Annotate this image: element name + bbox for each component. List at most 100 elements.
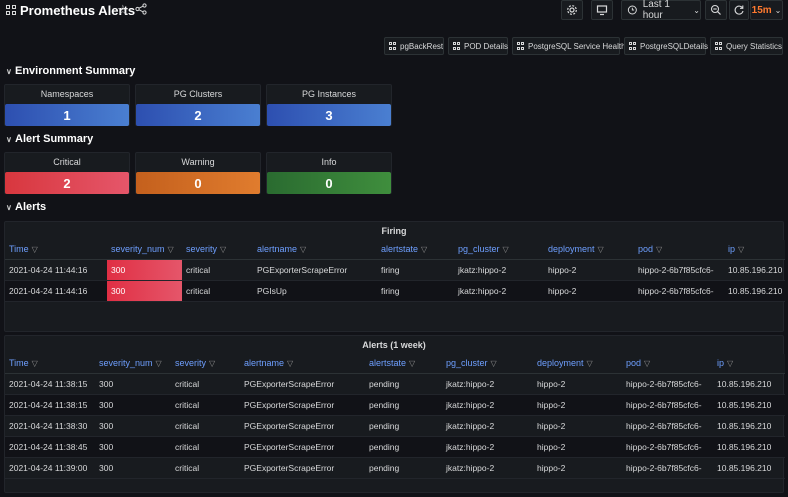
cell-time: 2021-04-24 11:38:15 bbox=[5, 394, 95, 416]
panel-firing: Firing Time ▽ severity_num ▽ severity ▽ ale… bbox=[4, 221, 785, 332]
link-pgbackrest[interactable]: pgBackRest bbox=[384, 37, 444, 55]
refresh-button[interactable] bbox=[729, 0, 749, 20]
filter-icon[interactable]: ▽ bbox=[300, 245, 306, 254]
link-label: PostgreSQLDetails bbox=[640, 41, 709, 51]
column-header-severity[interactable]: severity ▽ bbox=[171, 354, 240, 374]
stat-value: 0 bbox=[136, 172, 260, 194]
cell-severity-num: 300 bbox=[95, 415, 171, 437]
column-header-alertstate[interactable]: alertstate ▽ bbox=[377, 240, 454, 260]
share-icon[interactable] bbox=[135, 3, 147, 15]
column-header-deployment[interactable]: deployment ▽ bbox=[533, 354, 622, 374]
stat-label: PG Instances bbox=[301, 89, 357, 99]
filter-icon[interactable]: ▽ bbox=[598, 245, 604, 254]
cell-alertname: PGExporterScrapeError bbox=[240, 436, 365, 458]
filter-icon[interactable]: ▽ bbox=[503, 245, 509, 254]
cell-pod: hippo-2-6b7f85cfc6- bbox=[622, 457, 713, 479]
cell-severity: critical bbox=[171, 415, 240, 437]
column-header-severity-num[interactable]: severity_num ▽ bbox=[107, 240, 182, 260]
cell-severity: critical bbox=[171, 394, 240, 416]
filter-icon[interactable]: ▽ bbox=[220, 245, 226, 254]
filter-icon[interactable]: ▽ bbox=[32, 359, 38, 368]
cell-pod: hippo-2-6b7f85cfc6- bbox=[634, 280, 724, 302]
stat-label: Namespaces bbox=[40, 89, 94, 99]
filter-icon[interactable]: ▽ bbox=[421, 245, 427, 254]
settings-button[interactable] bbox=[561, 0, 583, 20]
row-environment-summary[interactable]: ∨ Environment Summary bbox=[6, 65, 135, 77]
filter-icon[interactable]: ▽ bbox=[656, 245, 662, 254]
stat-value: 2 bbox=[136, 104, 260, 126]
filter-icon[interactable]: ▽ bbox=[727, 359, 733, 368]
dashboard-grid-icon bbox=[6, 5, 16, 15]
filter-icon[interactable]: ▽ bbox=[32, 245, 38, 254]
link-postgresql-service-health[interactable]: PostgreSQL Service Health bbox=[512, 37, 626, 55]
panel-title: Firing bbox=[381, 226, 407, 236]
column-header-pod[interactable]: pod ▽ bbox=[634, 240, 724, 260]
link-pod-details[interactable]: POD Details bbox=[448, 37, 508, 55]
link-postgresqldetails[interactable]: PostgreSQLDetails bbox=[624, 37, 709, 55]
star-icon[interactable]: ☆ bbox=[117, 2, 129, 18]
cell-pg-cluster: jkatz:hippo-2 bbox=[442, 457, 533, 479]
cell-severity-num: 300 bbox=[95, 394, 171, 416]
cell-alertstate: pending bbox=[365, 373, 442, 395]
column-header-severity-num[interactable]: severity_num ▽ bbox=[95, 354, 171, 374]
cell-pod: hippo-2-6b7f85cfc6- bbox=[622, 415, 713, 437]
cell-time: 2021-04-24 11:44:16 bbox=[5, 280, 107, 302]
table-row: 2021-04-24 11:38:45 300 critical PGExpor… bbox=[5, 436, 785, 458]
dashboard-grid-icon bbox=[629, 42, 636, 50]
table-row: 2021-04-24 11:38:15 300 critical PGExpor… bbox=[5, 394, 785, 416]
column-header-time[interactable]: Time ▽ bbox=[5, 354, 95, 374]
cell-alertname: PGExporterScrapeError bbox=[240, 394, 365, 416]
filter-icon[interactable]: ▽ bbox=[409, 359, 415, 368]
row-alert-summary[interactable]: ∨ Alert Summary bbox=[6, 133, 93, 145]
cell-deployment: hippo-2 bbox=[533, 415, 622, 437]
filter-icon[interactable]: ▽ bbox=[491, 359, 497, 368]
table-row: 2021-04-24 11:39:00 300 critical PGExpor… bbox=[5, 457, 785, 479]
column-header-pod[interactable]: pod ▽ bbox=[622, 354, 713, 374]
row-title: Environment Summary bbox=[15, 65, 136, 77]
cell-time: 2021-04-24 11:38:45 bbox=[5, 436, 95, 458]
filter-icon[interactable]: ▽ bbox=[738, 245, 744, 254]
link-query-statistics[interactable]: Query Statistics bbox=[710, 37, 783, 55]
column-header-alertstate[interactable]: alertstate ▽ bbox=[365, 354, 442, 374]
cell-severity: critical bbox=[171, 436, 240, 458]
zoom-out-button[interactable] bbox=[705, 0, 727, 20]
cell-alertstate: pending bbox=[365, 394, 442, 416]
tv-mode-button[interactable] bbox=[591, 0, 613, 20]
time-picker-button[interactable]: Last 1 hour ⌄ bbox=[621, 0, 701, 21]
column-header-pg-cluster[interactable]: pg_cluster ▽ bbox=[454, 240, 544, 260]
refresh-interval-button[interactable]: 15m ⌄ bbox=[750, 0, 783, 20]
filter-icon[interactable]: ▽ bbox=[168, 245, 174, 254]
dashboard-grid-icon bbox=[715, 42, 722, 50]
link-label: POD Details bbox=[464, 41, 509, 51]
filter-icon[interactable]: ▽ bbox=[209, 359, 215, 368]
column-header-ip[interactable]: ip ▽ bbox=[724, 240, 785, 260]
dashboard-grid-icon bbox=[453, 42, 460, 50]
filter-icon[interactable]: ▽ bbox=[287, 359, 293, 368]
filter-icon[interactable]: ▽ bbox=[644, 359, 650, 368]
column-header-deployment[interactable]: deployment ▽ bbox=[544, 240, 634, 260]
cell-time: 2021-04-24 11:44:16 bbox=[5, 259, 107, 281]
cell-deployment: hippo-2 bbox=[533, 373, 622, 395]
cell-pg-cluster: jkatz:hippo-2 bbox=[454, 280, 544, 302]
cell-alertstate: pending bbox=[365, 457, 442, 479]
chevron-down-icon: ∨ bbox=[6, 135, 12, 144]
column-header-alertname[interactable]: alertname ▽ bbox=[253, 240, 377, 260]
row-alerts[interactable]: ∨ Alerts bbox=[6, 201, 46, 213]
row-title: Alert Summary bbox=[15, 133, 94, 145]
cell-deployment: hippo-2 bbox=[533, 457, 622, 479]
cell-pg-cluster: jkatz:hippo-2 bbox=[442, 394, 533, 416]
time-range-label: Last 1 hour bbox=[642, 0, 670, 21]
cell-ip: 10.85.196.210 bbox=[724, 259, 785, 281]
cell-alertstate: firing bbox=[377, 259, 454, 281]
column-header-ip[interactable]: ip ▽ bbox=[713, 354, 785, 374]
table-header-row: Time ▽ severity_num ▽ severity ▽ alertname ▽… bbox=[5, 240, 785, 260]
column-header-pg-cluster[interactable]: pg_cluster ▽ bbox=[442, 354, 533, 374]
column-header-alertname[interactable]: alertname ▽ bbox=[240, 354, 365, 374]
column-header-severity[interactable]: severity ▽ bbox=[182, 240, 253, 260]
filter-icon[interactable]: ▽ bbox=[587, 359, 593, 368]
filter-icon[interactable]: ▽ bbox=[156, 359, 162, 368]
column-header-time[interactable]: Time ▽ bbox=[5, 240, 107, 260]
cell-time: 2021-04-24 11:38:15 bbox=[5, 373, 95, 395]
cell-pg-cluster: jkatz:hippo-2 bbox=[442, 373, 533, 395]
top-bar: Prometheus Alerts ☆ Last 1 hour ⌄ 15m ⌄ bbox=[0, 0, 788, 24]
